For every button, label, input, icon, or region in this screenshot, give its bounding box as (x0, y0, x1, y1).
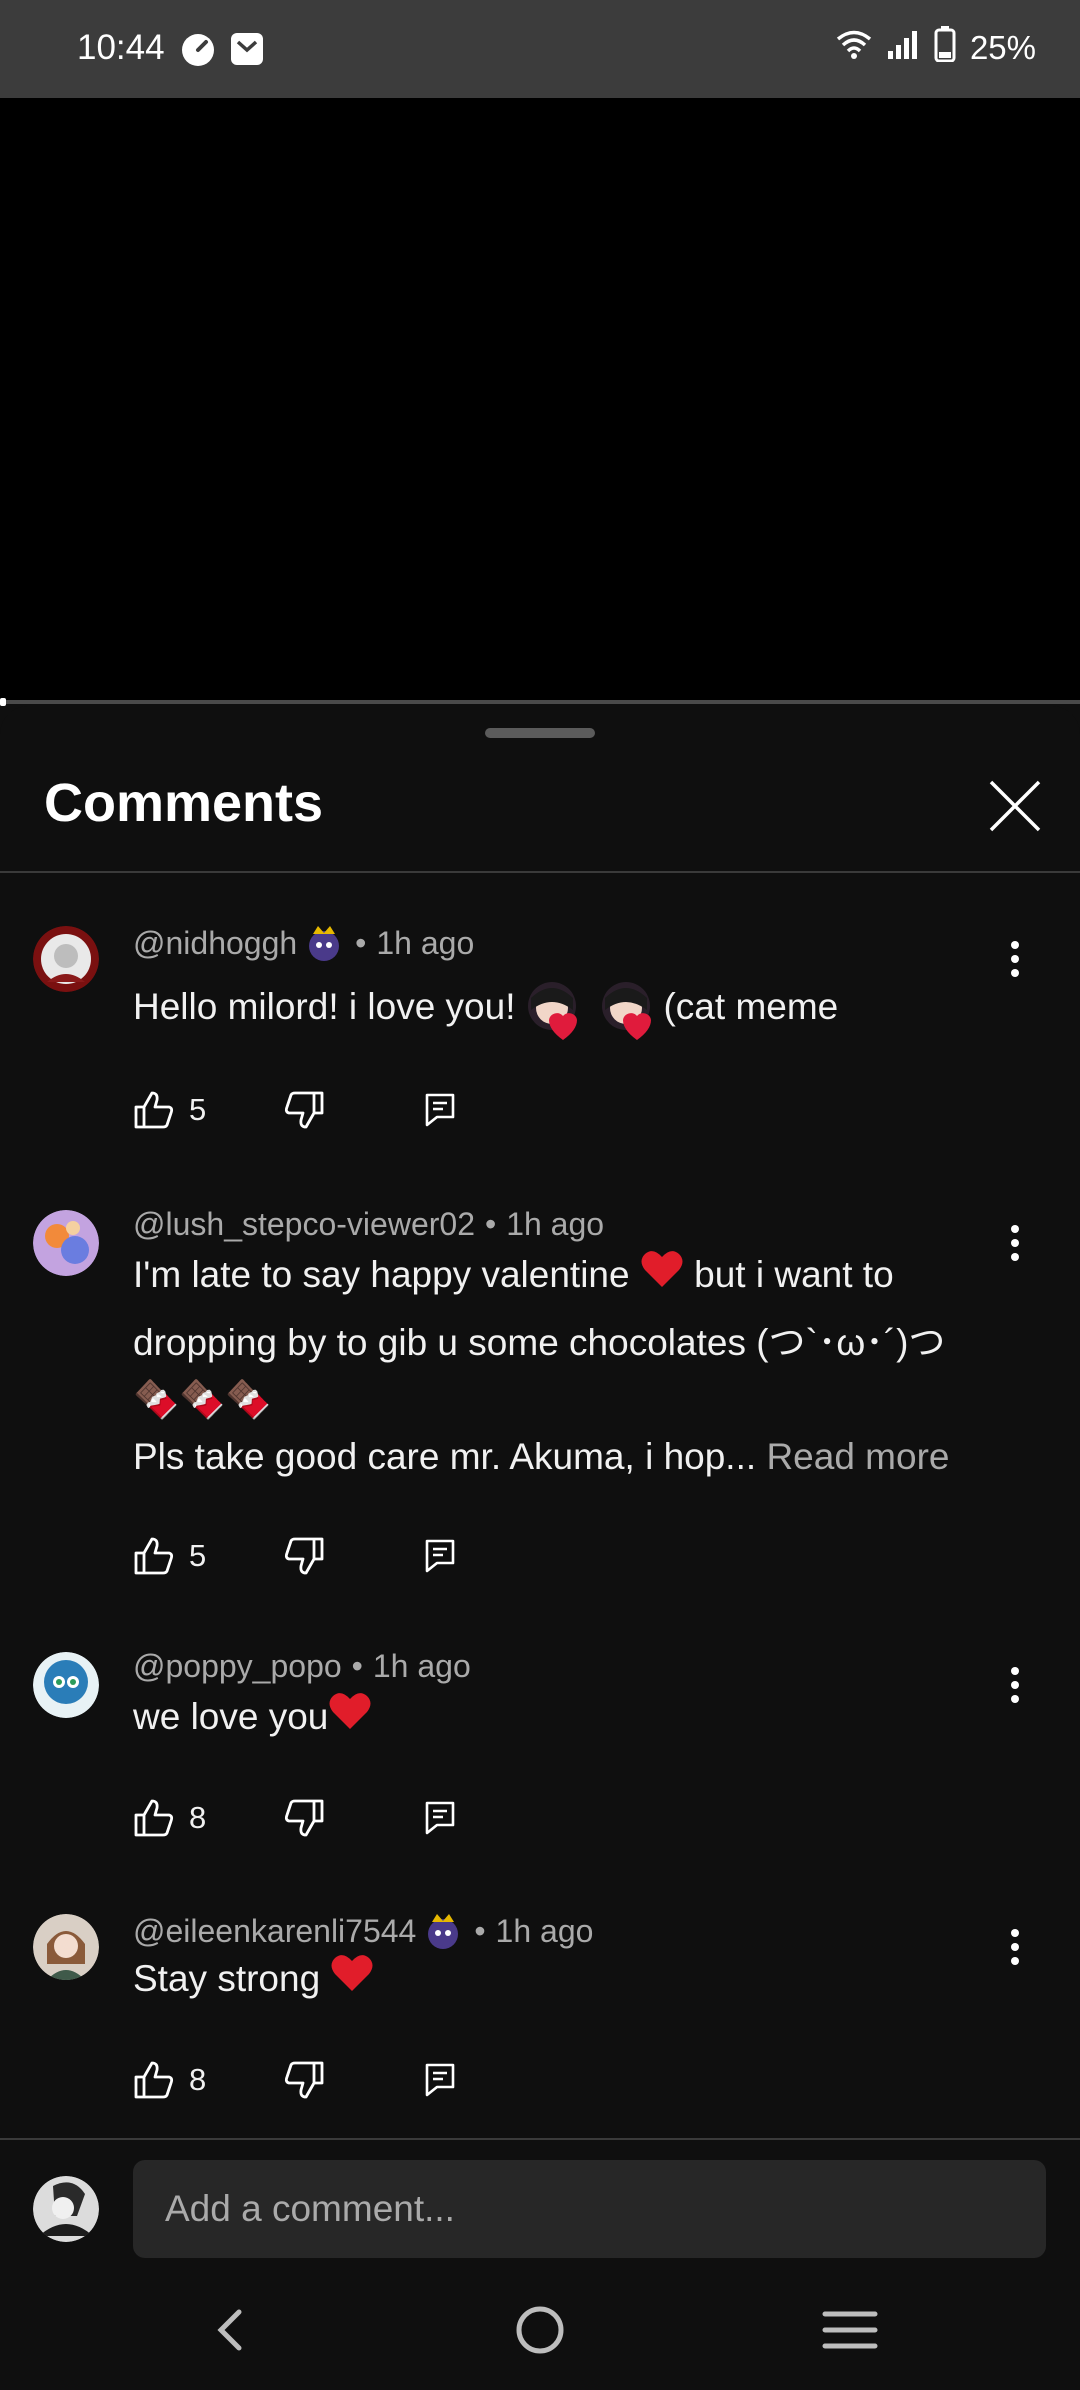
drag-handle[interactable] (485, 728, 595, 738)
reply-button[interactable] (425, 2063, 455, 2097)
video-progress-bar[interactable] (0, 698, 1080, 706)
close-button[interactable] (985, 776, 1045, 836)
home-button[interactable] (505, 2300, 575, 2360)
close-icon (989, 780, 1041, 832)
comment-meta: @lush_stepco-viewer02 • 1h ago (133, 1206, 604, 1243)
avatar[interactable] (33, 1210, 99, 1276)
thumbs-up-icon (134, 1799, 174, 1837)
inbox-icon (230, 32, 264, 71)
dislike-button[interactable] (283, 1536, 425, 1576)
comment-text-part: but i want to (683, 1254, 894, 1295)
avatar[interactable] (33, 1914, 99, 1980)
dislike-button[interactable] (283, 2060, 425, 2100)
dislike-button[interactable] (283, 1798, 425, 1838)
comment-text-part: I'm late to say happy valentine (133, 1254, 630, 1295)
separator-dot: • (355, 924, 367, 961)
reply-button[interactable] (425, 1093, 455, 1127)
heart-icon (330, 1948, 374, 2014)
comment-author[interactable]: @poppy_popo (133, 1648, 342, 1685)
recents-button[interactable] (815, 2300, 885, 2360)
comment-time: 1h ago (376, 924, 475, 961)
custom-emoji-icon (519, 976, 585, 1042)
speedometer-icon (180, 32, 216, 73)
battery-icon (934, 26, 956, 70)
menu-lines-icon (822, 2311, 878, 2349)
comment-text-part: Stay strong (133, 1958, 321, 1999)
thumbs-down-icon (284, 1537, 324, 1575)
custom-emoji-icon (593, 976, 659, 1042)
comment-actions: 8 (133, 1798, 455, 1838)
avatar[interactable] (33, 1652, 99, 1718)
comment-text-part: we love you (133, 1696, 329, 1737)
system-nav-bar (0, 2270, 1080, 2388)
reply-icon (425, 1539, 455, 1573)
member-badge-icon (303, 922, 345, 964)
thumbs-down-icon (284, 1799, 324, 1837)
comment-time: 1h ago (506, 1206, 605, 1242)
progress-scrubber[interactable] (0, 698, 6, 706)
dislike-button[interactable] (283, 1090, 425, 1130)
comment-text-part: Pls take good care mr. Akuma, i hop... (133, 1436, 757, 1478)
video-player[interactable] (0, 98, 1080, 704)
add-comment-input[interactable] (133, 2160, 1046, 2258)
back-button[interactable] (195, 2300, 265, 2360)
thumbs-up-icon (134, 1091, 174, 1129)
like-count: 5 (189, 1538, 207, 1573)
header-divider (0, 871, 1080, 873)
comment-text-part: (cat meme (663, 986, 839, 1027)
comment-text-part: Hello milord! i love you! (133, 986, 516, 1027)
read-more-link[interactable]: Read more (766, 1436, 949, 1477)
status-time: 10:44 (77, 28, 165, 67)
separator-dot: • (484, 1206, 497, 1242)
comment-line: dropping by to gib u some chocolates (つ`… (133, 1322, 946, 1364)
reply-button[interactable] (425, 1539, 455, 1573)
comment-actions: 5 (133, 1536, 455, 1576)
like-button[interactable]: 5 (133, 1536, 283, 1576)
reply-icon (425, 1801, 455, 1835)
comment-line: Pls take good care mr. Akuma, i hop... R… (133, 1424, 1013, 1490)
status-bar: 10:44 25% (0, 0, 1080, 98)
thumbs-down-icon (284, 2061, 324, 2099)
comment-text: I'm late to say happy valentine but i wa… (133, 1242, 1013, 1490)
thumbs-up-icon (134, 2061, 174, 2099)
comment-time: 1h ago (495, 1912, 594, 1949)
my-avatar (33, 2176, 99, 2242)
home-circle-icon (516, 2306, 564, 2354)
comment-text: Stay strong (133, 1946, 1013, 2014)
like-count: 8 (189, 1800, 207, 1835)
comment-line: 🍫🍫🍫 (133, 1379, 272, 1421)
battery-percent: 25% (969, 29, 1036, 66)
thumbs-down-icon (284, 1091, 324, 1129)
like-count: 5 (189, 1092, 207, 1127)
comment-author[interactable]: @eileenkarenli7544 (133, 1913, 416, 1950)
like-count: 8 (189, 2062, 207, 2097)
reply-icon (425, 1093, 455, 1127)
comments-sheet: Comments @nidhoggh • 1h ago Hello milord… (0, 706, 1080, 2388)
separator-dot: • (351, 1648, 363, 1684)
signal-icon (886, 29, 920, 67)
wifi-icon (836, 29, 872, 67)
comment-author[interactable]: @nidhoggh (133, 925, 297, 962)
comment-text: Hello milord! i love you! (cat meme (133, 972, 1013, 1042)
reply-button[interactable] (425, 1801, 455, 1835)
avatar[interactable] (33, 926, 99, 992)
heart-icon (640, 1244, 684, 1310)
comment-author[interactable]: @lush_stepco-viewer02 (133, 1206, 475, 1243)
reply-icon (425, 2063, 455, 2097)
comment-text: we love you (133, 1684, 1013, 1752)
like-button[interactable]: 8 (133, 2060, 283, 2100)
back-chevron-icon (217, 2309, 242, 2351)
comment-actions: 5 (133, 1090, 455, 1130)
separator-dot: • (474, 1912, 486, 1949)
heart-icon (328, 1686, 372, 1752)
like-button[interactable]: 5 (133, 1090, 283, 1130)
comment-actions: 8 (133, 2060, 455, 2100)
comment-line: I'm late to say happy valentine but i wa… (133, 1242, 1013, 1310)
comment-meta: @nidhoggh • 1h ago (133, 922, 474, 964)
sheet-title: Comments (44, 773, 324, 833)
comment-meta: @poppy_popo • 1h ago (133, 1648, 471, 1685)
like-button[interactable]: 8 (133, 1798, 283, 1838)
thumbs-up-icon (134, 1537, 174, 1575)
comment-time: 1h ago (372, 1648, 471, 1684)
